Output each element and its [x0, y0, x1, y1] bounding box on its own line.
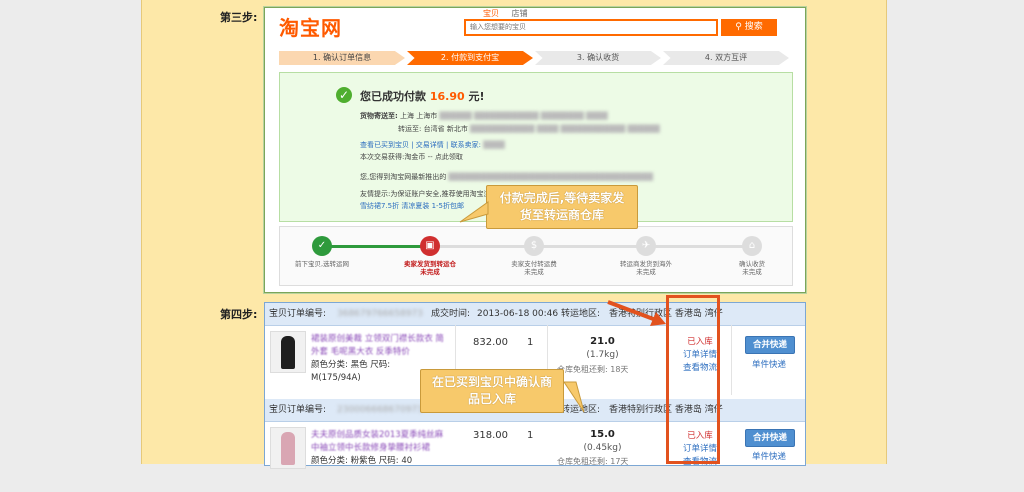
transit-address-row: 转运至: 台湾省 新北市 ████████████ ████ █████████…: [398, 125, 660, 133]
tokens-row: 本次交易获得:淘金币 -- 点此领取: [360, 153, 463, 161]
progress-step-4: 4. 双方互评: [663, 51, 789, 65]
callout-pointer: [459, 201, 489, 223]
tracker-node-2: ▣: [420, 236, 440, 256]
tracker-node-4: ✈: [636, 236, 656, 256]
search-icon: ⚲: [735, 22, 745, 32]
tip-row: 友情提示:为保证账户安全,推荐使用淘宝浏览器: [360, 190, 505, 198]
item-qty: 1: [527, 337, 534, 348]
tracker-label-2: 卖家发货到转运仓 未完成: [404, 260, 456, 276]
item-title[interactable]: 夫夫原创品质女装2013夏季纯丝麻 中袖立领中长款修身挚腰衬衫裙: [311, 429, 445, 455]
links-row[interactable]: 查看已买到宝贝 | 交易详情 | 联系卖家: ████: [360, 140, 505, 150]
item-title[interactable]: 裙装原创美裁 立领双门襟长款衣 简外套 毛呢黑大衣 反季特价: [311, 333, 445, 359]
order-progress: 1. 确认订单信息 2. 付款到支付宝 3. 确认收货 4. 双方互评: [279, 51, 791, 65]
item-weight-kg: (0.45kg): [583, 443, 622, 453]
search-button[interactable]: ⚲ 搜索: [721, 19, 777, 36]
item-weight: 21.0: [590, 336, 615, 347]
notice-row: 您,您得到淘宝网最新推出的 ██████████████████████████…: [360, 173, 654, 181]
tracker-node-1: ✓: [312, 236, 332, 256]
redacted-address: ██████ ████████████ ████████ ████: [439, 112, 608, 120]
item-price: 832.00: [473, 337, 508, 348]
item-size: M(175/94A): [311, 373, 361, 383]
step3-label: 第三步:: [220, 11, 258, 24]
search-tabs: 宝贝 店铺: [483, 8, 538, 19]
callout-step4: 在已买到宝贝中确认商品已入库: [420, 369, 564, 413]
tracker-label-1: 前下宝贝,选转运网: [294, 260, 350, 268]
item-weight-kg: (1.7kg): [586, 350, 619, 360]
shipping-tracker: ✓ ▣ $ ✈ ⌂ 前下宝贝,选转运网 卖家发货到转运仓 未完成 卖家支付转运费…: [279, 226, 793, 286]
taobao-payment-screenshot: 淘宝网 宝贝 店铺 ⚲ 搜索 1. 确认订单信息 2. 付款到支付宝 3. 确认…: [264, 7, 806, 293]
progress-step-2: 2. 付款到支付宝: [407, 51, 533, 65]
tutorial-page: 第三步: 淘宝网 宝贝 店铺 ⚲ 搜索 1. 确认订单信息 2. 付款到支付宝 …: [141, 0, 887, 469]
tracker-label-3: 卖家支付转运费 未完成: [511, 260, 557, 276]
merge-shipping-button[interactable]: 合并快递: [745, 336, 795, 354]
merge-shipping-button[interactable]: 合并快递: [745, 429, 795, 447]
hot-links[interactable]: 雪纺裙7.5折 清凉夏装 1-5折包邮: [360, 201, 464, 211]
check-icon: ✓: [336, 87, 352, 103]
tracker-line-done: [322, 245, 432, 248]
tracker-node-3: $: [524, 236, 544, 256]
progress-step-1: 1. 确认订单信息: [279, 51, 405, 65]
status-highlight-box: [666, 295, 720, 464]
paid-message: 您已成功付款 16.90 元!: [360, 90, 485, 103]
item-weight: 15.0: [590, 429, 615, 440]
store-days: 仓库免租还剩: 17天: [557, 457, 629, 466]
order-row: 夫夫原创品质女装2013夏季纯丝麻 中袖立领中长款修身挚腰衬衫裙 颜色分类: 粉…: [265, 422, 805, 492]
single-shipping-link[interactable]: 单件快递: [745, 358, 793, 370]
tab-baobei[interactable]: 宝贝: [483, 9, 499, 18]
order-header: 宝贝订单编号: 368679766658973 成交时间: 2013-06-18…: [265, 303, 805, 326]
paid-amount: 16.90: [429, 90, 465, 103]
highlight-arrow-icon: [607, 300, 666, 326]
progress-step-3: 3. 确认收货: [535, 51, 661, 65]
callout-step3: 付款完成后,等待卖家发货至转运商仓库: [486, 185, 638, 229]
callout-pointer: [563, 381, 585, 413]
item-thumbnail[interactable]: [270, 331, 306, 373]
taobao-logo: 淘宝网: [279, 16, 342, 40]
item-qty: 1: [527, 430, 534, 441]
item-price: 318.00: [473, 430, 508, 441]
step4-label: 第四步:: [220, 308, 258, 321]
item-attr: 颜色分类: 粉紫色 尺码: 40: [311, 456, 413, 466]
search-field[interactable]: [464, 19, 718, 36]
search-input[interactable]: [466, 21, 714, 33]
tracker-label-5: 确认收货 未完成: [739, 260, 765, 276]
tab-dianpu[interactable]: 店铺: [512, 9, 528, 18]
tracker-label-4: 转运商发货到海外 未完成: [620, 260, 672, 276]
item-attr: 颜色分类: 黑色 尺码:: [311, 360, 391, 370]
tracker-node-5: ⌂: [742, 236, 762, 256]
shipping-address-row: 货物寄送至: 上海 上海市 ██████ ████████████ ██████…: [360, 112, 608, 120]
redacted-transit: ████████████ ████ ████████████ ██████: [470, 125, 660, 133]
single-shipping-link[interactable]: 单件快递: [745, 450, 793, 462]
item-thumbnail[interactable]: [270, 427, 306, 469]
store-days: 仓库免租还剩: 18天: [557, 365, 629, 374]
